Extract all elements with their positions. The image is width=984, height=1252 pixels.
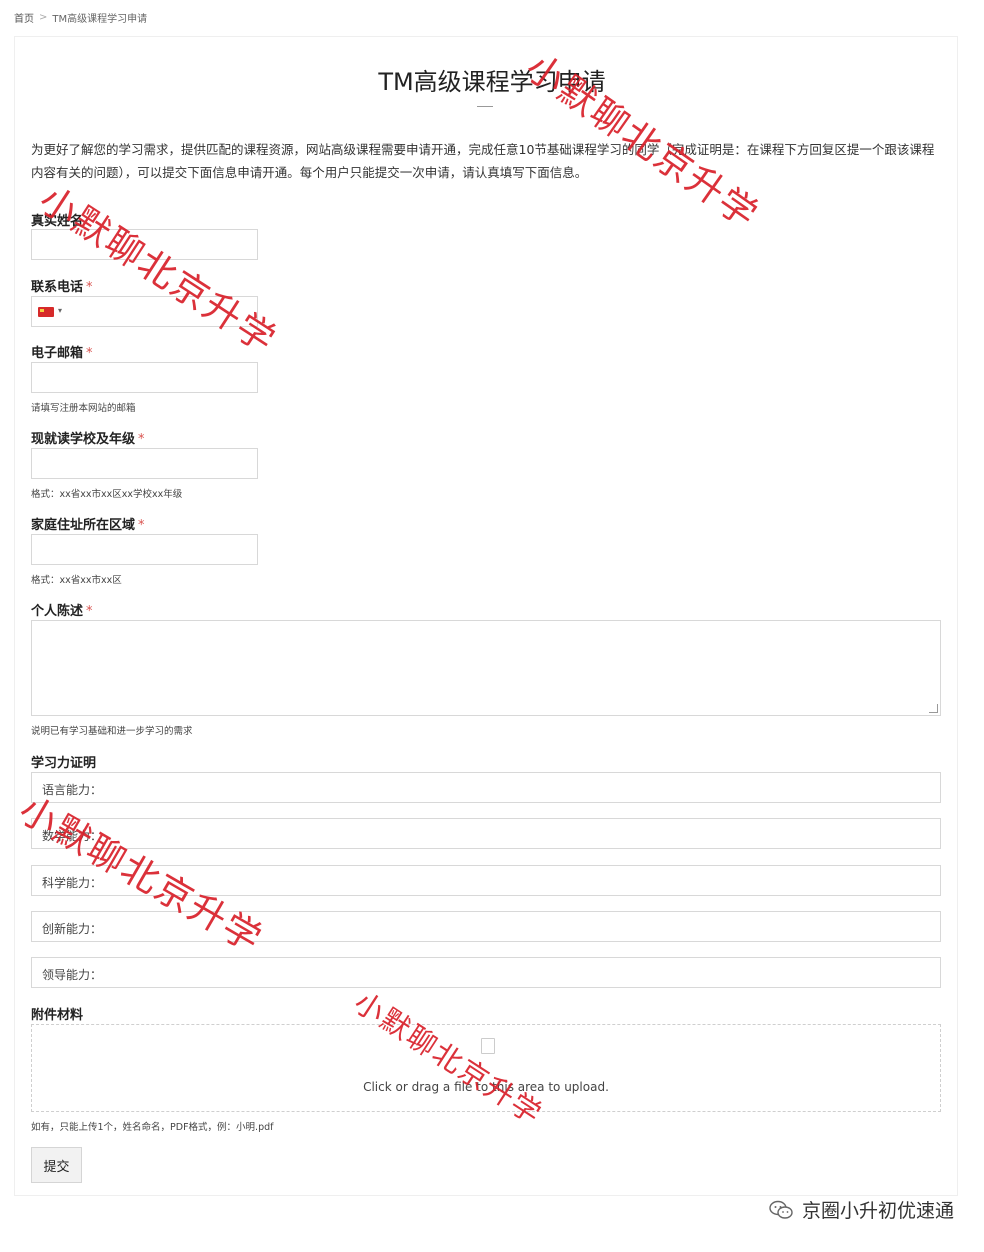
page-title: TM高级课程学习申请 bbox=[378, 68, 606, 96]
required-mark: * bbox=[138, 432, 145, 447]
innovation-ability-placeholder: 创新能力： bbox=[42, 922, 103, 936]
chevron-right-icon: > bbox=[39, 12, 48, 23]
required-mark: * bbox=[138, 518, 145, 533]
footer-brand: 京圈小升初优速通 bbox=[768, 1196, 954, 1223]
required-mark: * bbox=[86, 280, 93, 295]
leadership-ability-input[interactable]: 领导能力： bbox=[31, 957, 941, 988]
email-input[interactable] bbox=[31, 362, 258, 393]
school-label: 现就读学校及年级 * bbox=[31, 432, 145, 447]
file-upload-icon bbox=[481, 1038, 495, 1054]
statement-hint: 说明已有学习基础和进一步学习的需求 bbox=[31, 726, 193, 737]
breadcrumb: 首页 > TM高级课程学习申请 bbox=[14, 10, 147, 25]
flag-icon[interactable] bbox=[38, 307, 54, 317]
address-label: 家庭住址所在区域 * bbox=[31, 518, 145, 533]
school-hint: 格式：xx省xx市xx区xx学校xx年级 bbox=[31, 489, 183, 500]
address-input[interactable] bbox=[31, 534, 258, 565]
breadcrumb-current: TM高级课程学习申请 bbox=[52, 14, 148, 25]
form-card bbox=[14, 36, 958, 1196]
resize-handle-icon[interactable] bbox=[929, 704, 938, 713]
ability-label: 学习力证明 bbox=[31, 756, 97, 771]
math-ability-input[interactable]: 数学能力： bbox=[31, 818, 941, 849]
attachment-hint: 如有，只能上传1个，姓名命名，PDF格式，例：小明.pdf bbox=[31, 1122, 274, 1133]
science-ability-placeholder: 科学能力： bbox=[42, 876, 103, 890]
title-divider bbox=[477, 106, 493, 107]
statement-textarea[interactable] bbox=[31, 620, 941, 716]
leadership-ability-placeholder: 领导能力： bbox=[42, 968, 103, 982]
breadcrumb-home-link[interactable]: 首页 bbox=[14, 10, 34, 25]
required-mark: * bbox=[86, 604, 93, 619]
statement-label: 个人陈述 * bbox=[31, 604, 93, 619]
wechat-icon bbox=[769, 1200, 793, 1219]
required-mark: * bbox=[86, 346, 93, 361]
address-hint: 格式：xx省xx市xx区 bbox=[31, 575, 122, 586]
submit-button[interactable]: 提交 bbox=[31, 1147, 82, 1183]
caret-down-icon[interactable]: ▾ bbox=[58, 306, 62, 315]
language-ability-input[interactable]: 语言能力： bbox=[31, 772, 941, 803]
email-hint: 请填写注册本网站的邮箱 bbox=[31, 403, 136, 414]
intro-text: 为更好了解您的学习需求，提供匹配的课程资源，网站高级课程需要申请开通，完成任意1… bbox=[31, 142, 935, 180]
attachment-label: 附件材料 bbox=[31, 1008, 84, 1023]
school-input[interactable] bbox=[31, 448, 258, 479]
email-label: 电子邮箱 * bbox=[31, 346, 93, 361]
footer-brand-text: 京圈小升初优速通 bbox=[801, 1200, 954, 1222]
phone-label: 联系电话 * bbox=[31, 280, 93, 295]
